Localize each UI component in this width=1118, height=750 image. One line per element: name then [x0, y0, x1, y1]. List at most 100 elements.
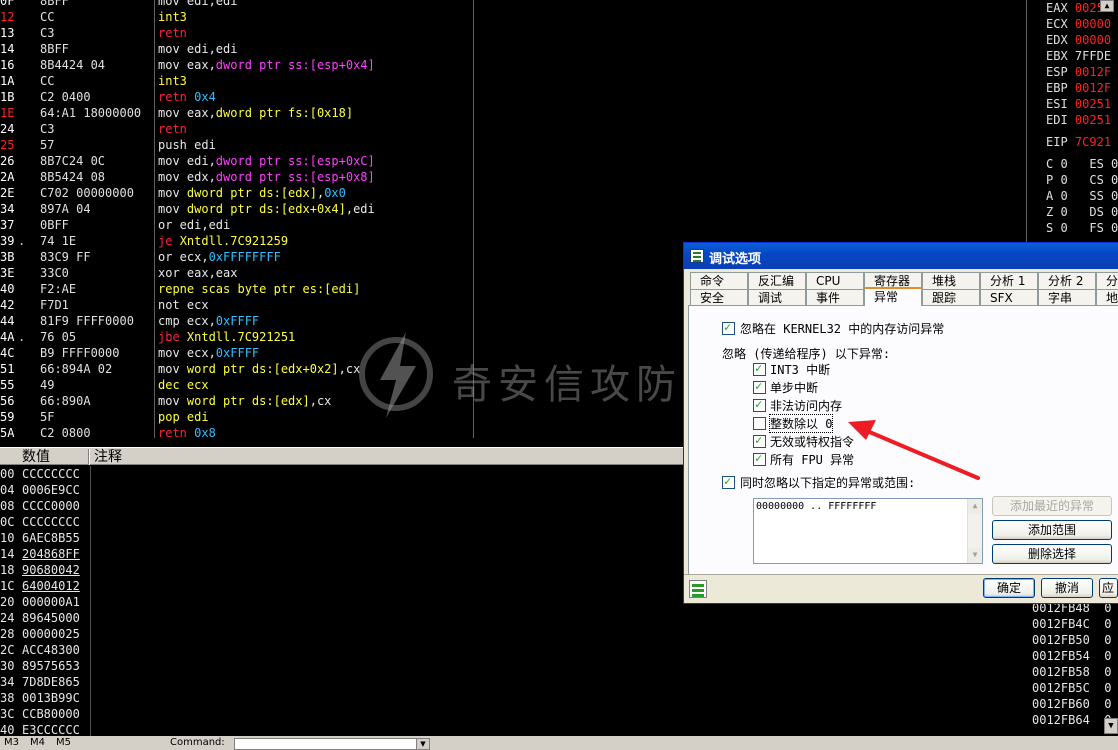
disasm-address: 16: [0, 58, 15, 72]
dump-row[interactable]: 2C ACC48300: [0, 642, 1030, 658]
stack-row[interactable]: 0012FB4C 0: [1030, 616, 1118, 632]
instruction-token: or ecx,: [158, 250, 209, 264]
register-esp[interactable]: ESP 0012F: [1030, 64, 1118, 80]
exception-checkbox[interactable]: [753, 397, 766, 412]
tab-exceptions[interactable]: 异常: [864, 287, 922, 306]
tab-14[interactable]: 跟踪: [922, 289, 980, 306]
m5-button[interactable]: M5: [56, 737, 71, 748]
flag-row[interactable]: A 0 SS 0: [1030, 188, 1118, 204]
tab-10[interactable]: 安全: [690, 289, 748, 306]
tab-16[interactable]: 字串: [1038, 289, 1096, 306]
disasm-instruction: mov dword ptr ds:[edx+0x4],edi: [158, 201, 375, 217]
disasm-hex: F7D1: [40, 298, 69, 312]
instruction-token: mov edi,: [158, 154, 216, 168]
m3-button[interactable]: M3: [4, 737, 19, 748]
chevron-down-icon[interactable]: ▼: [416, 738, 430, 750]
instruction-token: retn: [158, 426, 195, 438]
disasm-address: 42: [0, 298, 15, 312]
dump-header-value[interactable]: 数值: [22, 448, 50, 466]
add-range-button[interactable]: 添加范围: [992, 520, 1112, 540]
disasm-instruction: jbe Xntdll.7C921251: [158, 329, 295, 345]
disasm-instruction: mov edi,edi: [158, 0, 237, 9]
disasm-instruction: retn 0x8: [158, 425, 216, 438]
register-name: EBP: [1046, 81, 1068, 95]
dump-row[interactable]: 28 00000025: [0, 626, 1030, 642]
flag-row[interactable]: S 0 FS 0: [1030, 220, 1118, 236]
exception-checkbox[interactable]: [753, 361, 766, 376]
dump-row[interactable]: 40 E3CCCCCC: [0, 722, 1030, 736]
instruction-token: jbe: [158, 330, 187, 344]
tab-12[interactable]: 事件: [806, 289, 864, 306]
delete-selection-button[interactable]: 删除选择: [992, 544, 1112, 564]
instruction-token: dword ptr ss:[esp+0xC]: [215, 154, 375, 168]
flag-row[interactable]: Z 0 DS 0: [1030, 204, 1118, 220]
dump-row[interactable]: 30 89575653: [0, 658, 1030, 674]
tab-2[interactable]: CPU: [806, 272, 864, 289]
flag-row[interactable]: C 0 ES 0: [1030, 156, 1118, 172]
exception-range-list[interactable]: 00000000 .. FFFFFFFF ▲ ▼: [753, 498, 983, 564]
header-divider[interactable]: [88, 449, 90, 465]
disasm-column-divider[interactable]: [473, 0, 474, 438]
settings-file-icon[interactable]: [689, 580, 707, 598]
dump-column-divider: [90, 466, 91, 736]
disasm-instruction: push edi: [158, 137, 216, 153]
stack-pane[interactable]: 0012FB48 0 0012FB4C 0 0012FB50 0 0012FB54 0…: [1030, 600, 1118, 736]
registers-pane[interactable]: EAX 00251 ECX 00000 EDX 00000 EBX 7FFDE ESP …: [1030, 0, 1118, 240]
instruction-token: int3: [158, 74, 187, 88]
register-ecx[interactable]: ECX 00000: [1030, 16, 1118, 32]
dump-value: CCCCCCCC: [22, 467, 80, 481]
register-edi[interactable]: EDI 00251: [1030, 112, 1118, 128]
exception-checkbox[interactable]: [753, 379, 766, 394]
tab-0[interactable]: 命令: [690, 272, 748, 289]
flag-row[interactable]: P 0 CS 0: [1030, 172, 1118, 188]
register-value: 7FFDE: [1074, 49, 1112, 63]
register-esi[interactable]: ESI 00251: [1030, 96, 1118, 112]
tab-4[interactable]: 堆栈: [922, 272, 980, 289]
exception-checkbox[interactable]: [753, 451, 766, 466]
stack-row[interactable]: 0012FB58 0: [1030, 664, 1118, 680]
stack-row[interactable]: 0012FB54 0: [1030, 648, 1118, 664]
ignore-kernel32-checkbox[interactable]: [722, 320, 735, 335]
register-eip[interactable]: EIP 7C921: [1030, 134, 1118, 150]
tab-6[interactable]: 分析 2: [1038, 272, 1096, 289]
dump-row[interactable]: 34 7D8DE865: [0, 674, 1030, 690]
instruction-token: dword ptr ss:[esp+0x8]: [215, 170, 375, 184]
scroll-down-button[interactable]: ▼: [1104, 718, 1118, 734]
ignore-ranges-label: 同时忽略以下指定的异常或范围:: [740, 476, 916, 490]
command-input[interactable]: [234, 738, 430, 750]
exception-checkbox[interactable]: [753, 417, 766, 430]
tab-5[interactable]: 分析 1: [980, 272, 1038, 289]
dump-row[interactable]: 38 0013B99C: [0, 690, 1030, 706]
disasm-column-divider[interactable]: [154, 0, 155, 438]
disasm-hex: CC: [40, 74, 55, 88]
tab-17[interactable]: 地址: [1096, 289, 1118, 306]
stack-row[interactable]: 0012FB50 0: [1030, 632, 1118, 648]
dump-row[interactable]: 3C CCB80000: [0, 706, 1030, 722]
exception-checkbox[interactable]: [753, 433, 766, 448]
scroll-down-icon[interactable]: ▼: [968, 548, 982, 563]
range-item[interactable]: 00000000 .. FFFFFFFF: [756, 501, 876, 512]
add-last-exception-button[interactable]: 添加最近的异常: [992, 496, 1112, 516]
disasm-hex: C2 0400: [40, 90, 91, 104]
register-edx[interactable]: EDX 00000: [1030, 32, 1118, 48]
dialog-titlebar[interactable]: 调试选项: [684, 243, 1118, 269]
register-ebp[interactable]: EBP 0012F: [1030, 80, 1118, 96]
dump-row[interactable]: 24 89645000: [0, 610, 1030, 626]
ok-button[interactable]: 确定: [983, 578, 1035, 598]
tab-11[interactable]: 调试: [748, 289, 806, 306]
tab-7[interactable]: 分析: [1096, 272, 1118, 289]
stack-row[interactable]: 0012FB5C 0: [1030, 680, 1118, 696]
ignore-ranges-checkbox[interactable]: [722, 474, 735, 489]
scroll-up-button[interactable]: ▲: [1100, 0, 1114, 12]
dump-header-comment[interactable]: 注释: [94, 448, 122, 466]
cancel-button[interactable]: 撤消: [1041, 578, 1093, 598]
apply-button[interactable]: 应: [1099, 578, 1118, 598]
dump-value: 0013B99C: [22, 691, 80, 705]
tab-15[interactable]: SFX: [980, 289, 1038, 306]
range-scrollbar[interactable]: ▲ ▼: [967, 499, 982, 563]
register-ebx[interactable]: EBX 7FFDE: [1030, 48, 1118, 64]
scroll-up-icon[interactable]: ▲: [968, 499, 982, 514]
stack-row[interactable]: 0012FB60 0: [1030, 696, 1118, 712]
m4-button[interactable]: M4: [30, 737, 45, 748]
tab-1[interactable]: 反汇编: [748, 272, 806, 289]
